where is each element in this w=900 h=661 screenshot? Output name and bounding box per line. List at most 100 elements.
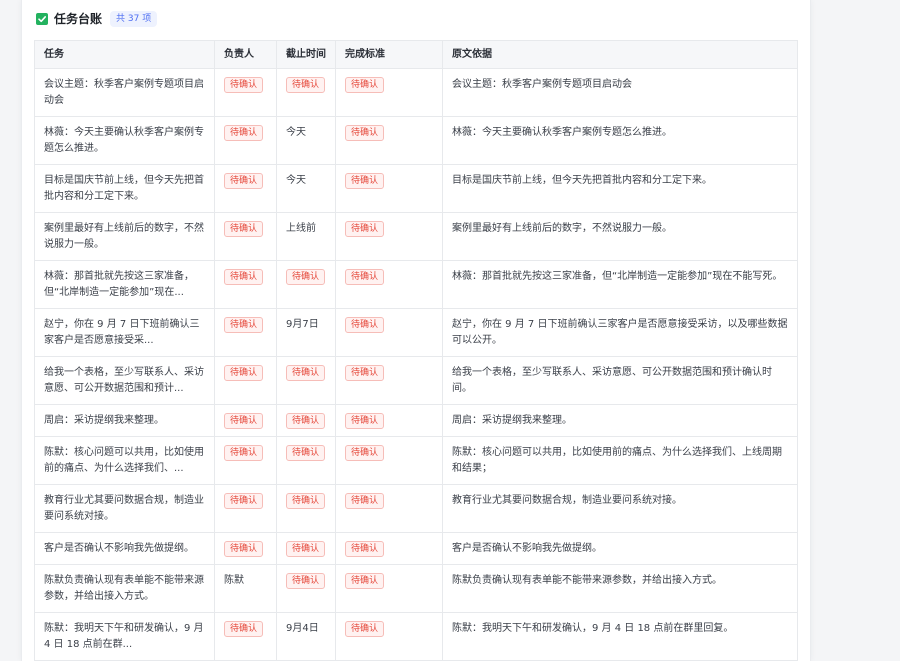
criteria-cell: 待确认 [336, 405, 443, 436]
pending-status-badge: 待确认 [286, 445, 326, 461]
pending-status-badge: 待确认 [224, 621, 264, 637]
deadline-cell: 待确认 [277, 533, 336, 564]
pending-status-badge: 待确认 [286, 541, 326, 557]
criteria-cell: 待确认 [336, 69, 443, 116]
criteria-cell: 待确认 [336, 437, 443, 484]
table-row: 赵宁，你在 9 月 7 日下班前确认三家客户是否愿意接受采... 待确认 9月7日 待… [35, 309, 797, 357]
task-text: 客户是否确认不影响我先做提纲。 [44, 543, 194, 554]
table-row: 目标是国庆节前上线，但今天先把首批内容和分工定下来。 待确认 今天 待确认 目标是国庆节… [35, 165, 797, 213]
pending-status-badge: 待确认 [224, 541, 264, 557]
task-text: 陈默：我明天下午和研发确认，9 月 4 日 18 点前在群... [44, 623, 204, 650]
source-cell: 会议主题：秋季客户案例专题项目启动会 [443, 69, 797, 116]
task-text: 案例里最好有上线前后的数字，不然说服力一般。 [44, 223, 204, 250]
criteria-cell: 待确认 [336, 485, 443, 532]
pending-status-badge: 待确认 [345, 317, 385, 333]
table-row: 陈默：我明天下午和研发确认，9 月 4 日 18 点前在群... 待确认 9月4日 待… [35, 613, 797, 661]
column-header-task: 任务 [35, 41, 215, 68]
criteria-cell: 待确认 [336, 213, 443, 260]
owner-cell: 待确认 [215, 165, 277, 212]
pending-status-badge: 待确认 [345, 621, 385, 637]
pending-status-badge: 待确认 [345, 269, 385, 285]
source-cell: 林薇：那首批就先按这三家准备，但“北岸制造一定能参加”现在不能写死。 [443, 261, 797, 308]
source-text: 周启：采访提纲我来整理。 [452, 415, 572, 426]
table-row: 陈默：核心问题可以共用，比如使用前的痛点、为什么选择我们、... 待确认 待确认 待确… [35, 437, 797, 485]
checkbox-checked-icon [36, 13, 48, 25]
column-header-deadline: 截止时间 [277, 41, 336, 68]
pending-status-badge: 待确认 [345, 445, 385, 461]
pending-status-badge: 待确认 [286, 269, 326, 285]
source-cell: 客户是否确认不影响我先做提纲。 [443, 533, 797, 564]
owner-cell: 待确认 [215, 437, 277, 484]
owner-cell: 待确认 [215, 69, 277, 116]
deadline-cell: 今天 [277, 165, 336, 212]
source-text: 赵宁，你在 9 月 7 日下班前确认三家客户是否愿意接受采访，以及哪些数据可以公… [452, 319, 788, 346]
source-cell: 陈默负责确认现有表单能不能带来源参数，并给出接入方式。 [443, 565, 797, 612]
task-text: 给我一个表格，至少写联系人、采访意愿、可公开数据范围和预计... [44, 367, 204, 394]
deadline-cell: 待确认 [277, 565, 336, 612]
owner-cell: 待确认 [215, 405, 277, 436]
deadline-cell: 待确认 [277, 69, 336, 116]
card-header: 任务台账 共 37 项 [36, 10, 158, 28]
pending-status-badge: 待确认 [224, 445, 264, 461]
source-text: 陈默：核心问题可以共用，比如使用前的痛点、为什么选择我们、上线周期和结果； [452, 447, 782, 474]
criteria-cell: 待确认 [336, 117, 443, 164]
source-text: 客户是否确认不影响我先做提纲。 [452, 543, 602, 554]
criteria-cell: 待确认 [336, 357, 443, 404]
pending-status-badge: 待确认 [224, 125, 264, 141]
source-cell: 教育行业尤其要问数据合规，制造业要问系统对接。 [443, 485, 797, 532]
task-cell: 给我一个表格，至少写联系人、采访意愿、可公开数据范围和预计... [35, 357, 215, 404]
deadline-cell: 上线前 [277, 213, 336, 260]
task-cell: 林薇：那首批就先按这三家准备，但“北岸制造一定能参加”现在... [35, 261, 215, 308]
pending-status-badge: 待确认 [286, 413, 326, 429]
task-cell: 林薇：今天主要确认秋季客户案例专题怎么推进。 [35, 117, 215, 164]
source-cell: 周启：采访提纲我来整理。 [443, 405, 797, 436]
owner-text: 陈默 [224, 575, 244, 586]
pending-status-badge: 待确认 [224, 269, 264, 285]
column-header-owner: 负责人 [215, 41, 277, 68]
task-text: 目标是国庆节前上线，但今天先把首批内容和分工定下来。 [44, 175, 204, 202]
deadline-text: 9月4日 [286, 623, 319, 634]
table-row: 林薇：今天主要确认秋季客户案例专题怎么推进。 待确认 今天 待确认 林薇：今天主要确认秋… [35, 117, 797, 165]
pending-status-badge: 待确认 [224, 413, 264, 429]
owner-cell: 待确认 [215, 613, 277, 660]
table-header-row: 任务 负责人 截止时间 完成标准 原文依据 [35, 41, 797, 69]
deadline-cell: 今天 [277, 117, 336, 164]
owner-cell: 待确认 [215, 533, 277, 564]
task-table: 任务 负责人 截止时间 完成标准 原文依据 会议主题：秋季客户案例专题项目启动会… [34, 40, 798, 661]
pending-status-badge: 待确认 [345, 541, 385, 557]
task-text: 教育行业尤其要问数据合规，制造业要问系统对接。 [44, 495, 204, 522]
pending-status-badge: 待确认 [224, 221, 264, 237]
owner-cell: 待确认 [215, 357, 277, 404]
pending-status-badge: 待确认 [345, 221, 385, 237]
column-header-source: 原文依据 [452, 49, 492, 60]
owner-cell: 陈默 [215, 565, 277, 612]
task-cell: 陈默：我明天下午和研发确认，9 月 4 日 18 点前在群... [35, 613, 215, 660]
task-text: 陈默：核心问题可以共用，比如使用前的痛点、为什么选择我们、... [44, 447, 204, 474]
source-text: 教育行业尤其要问数据合规，制造业要问系统对接。 [452, 495, 682, 506]
deadline-cell: 待确认 [277, 261, 336, 308]
card-title: 任务台账 [54, 12, 103, 26]
deadline-text: 9月7日 [286, 319, 319, 330]
source-cell: 赵宁，你在 9 月 7 日下班前确认三家客户是否愿意接受采访，以及哪些数据可以公… [443, 309, 797, 356]
criteria-cell: 待确认 [336, 613, 443, 660]
deadline-text: 今天 [286, 127, 306, 138]
task-cell: 周启：采访提纲我来整理。 [35, 405, 215, 436]
pending-status-badge: 待确认 [345, 365, 385, 381]
task-cell: 陈默负责确认现有表单能不能带来源参数，并给出接入方式。 [35, 565, 215, 612]
deadline-cell: 待确认 [277, 437, 336, 484]
pending-status-badge: 待确认 [345, 173, 385, 189]
source-cell: 目标是国庆节前上线，但今天先把首批内容和分工定下来。 [443, 165, 797, 212]
source-text: 给我一个表格，至少写联系人、采访意愿、可公开数据范围和预计确认时间。 [452, 367, 772, 394]
criteria-cell: 待确认 [336, 565, 443, 612]
table-row: 林薇：那首批就先按这三家准备，但“北岸制造一定能参加”现在... 待确认 待确认 待确… [35, 261, 797, 309]
table-row: 教育行业尤其要问数据合规，制造业要问系统对接。 待确认 待确认 待确认 教育行业尤其要问… [35, 485, 797, 533]
owner-cell: 待确认 [215, 261, 277, 308]
source-text: 林薇：那首批就先按这三家准备，但“北岸制造一定能参加”现在不能写死。 [452, 271, 783, 282]
pending-status-badge: 待确认 [224, 77, 264, 93]
task-cell: 赵宁，你在 9 月 7 日下班前确认三家客户是否愿意接受采... [35, 309, 215, 356]
task-text: 赵宁，你在 9 月 7 日下班前确认三家客户是否愿意接受采... [44, 319, 200, 346]
source-text: 陈默：我明天下午和研发确认，9 月 4 日 18 点前在群里回复。 [452, 623, 734, 634]
owner-cell: 待确认 [215, 213, 277, 260]
source-cell: 林薇：今天主要确认秋季客户案例专题怎么推进。 [443, 117, 797, 164]
pending-status-badge: 待确认 [345, 493, 385, 509]
